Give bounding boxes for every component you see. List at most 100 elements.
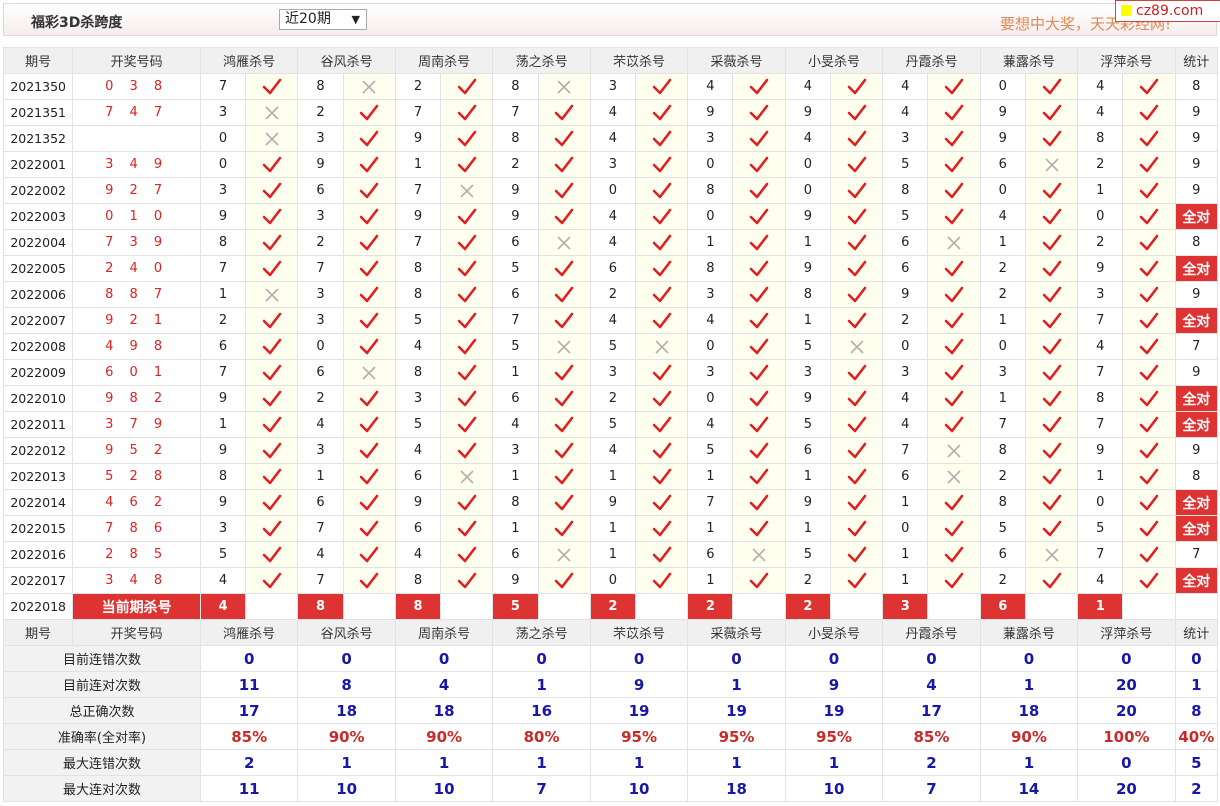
kill-number: 0 [199,125,247,152]
check-icon [829,567,884,594]
kill-number: 1 [687,515,734,542]
kill-number: 9 [687,99,734,126]
check-icon [1024,333,1079,360]
check-icon [1024,437,1079,464]
check-icon [635,567,689,594]
check-icon [732,99,786,126]
check-icon [635,177,689,204]
table-row: 2022009 6 0 176813333379 [2,359,1219,386]
check-icon [829,255,884,282]
check-icon [829,151,884,178]
kill-number: 9 [979,99,1026,126]
kill-number: 2 [199,307,247,334]
site-logo[interactable]: cz89.com [1115,0,1220,22]
empty-cell [732,593,786,620]
chevron-down-icon: ▼ [351,13,360,26]
check-icon [927,151,981,178]
check-icon [245,229,299,256]
kill-number: 4 [589,229,637,256]
kill-number: 1 [199,411,247,438]
all-correct-badge: 全对 [1174,489,1219,516]
check-icon [245,73,299,100]
kill-number: 3 [589,73,637,100]
check-icon [927,411,981,438]
cross-icon [537,333,591,360]
draw-number: 4 9 8 [72,333,201,360]
table-row: 2022001 3 4 909123005629 [2,151,1219,178]
kill-number: 7 [492,99,539,126]
kill-number: 4 [589,307,637,334]
issue-number: 2022010 [2,385,74,412]
check-icon [245,177,299,204]
check-icon [1024,203,1079,230]
stat-count: 9 [1174,99,1219,126]
kill-number: 5 [589,411,637,438]
column-header: 鸿雁杀号 [199,619,299,646]
stats-value: 2 [199,749,299,776]
check-icon [635,99,689,126]
check-icon [537,385,591,412]
kill-number: 1 [687,567,734,594]
cross-icon [440,463,494,490]
kill-number: 3 [297,281,344,308]
kill-number: 3 [297,307,344,334]
check-icon [732,229,786,256]
check-icon [537,125,591,152]
kill-number: 3 [979,359,1026,386]
kill-number: 1 [589,463,637,490]
stats-value: 0 [882,645,981,672]
current-kill-number: 3 [882,593,929,620]
column-header: 蒹露杀号 [979,619,1079,646]
kill-number: 4 [882,411,929,438]
kill-number: 7 [199,255,247,282]
stats-row: 最大连错次数 2 1 1 1 1 1 1 2 1 0 5 [3,749,1219,776]
stats-value: 1 [784,749,884,776]
kill-number: 1 [882,541,929,568]
check-icon [245,359,299,386]
check-icon [927,73,981,100]
check-icon [635,411,689,438]
stats-value: 0 [784,645,884,672]
current-kill-number: 6 [979,593,1026,620]
check-icon [440,437,494,464]
column-header: 周南杀号 [394,619,494,646]
draw-number: 7 4 7 [72,99,201,126]
draw-number [72,125,201,152]
kill-number: 3 [199,177,247,204]
kill-number: 6 [492,281,539,308]
kill-number: 3 [199,99,247,126]
kill-number: 0 [979,73,1026,100]
kill-number: 3 [687,125,734,152]
check-icon [927,125,981,152]
kill-number: 9 [492,177,539,204]
check-icon [829,307,884,334]
cross-icon [537,73,591,100]
period-select[interactable]: 近20期 ▼ [279,9,367,30]
check-icon [927,281,981,308]
all-correct-badge: 全对 [1174,567,1219,594]
period-select-value: 近20期 [285,11,331,27]
kill-number: 0 [687,333,734,360]
all-correct-badge: 全对 [1174,385,1219,412]
check-icon [440,151,494,178]
empty-cell [927,593,981,620]
check-icon [245,437,299,464]
check-icon [1024,385,1079,412]
column-header: 小旻杀号 [784,47,884,74]
stats-value: 1 [979,749,1079,776]
check-icon [1024,125,1079,152]
kill-number: 8 [1077,385,1124,412]
kill-number: 0 [979,177,1026,204]
stats-label: 最大连错次数 [3,749,201,776]
kill-number: 0 [687,203,734,230]
check-icon [1122,255,1176,282]
draw-number: 7 3 9 [72,229,201,256]
check-icon [1122,281,1176,308]
check-icon [927,203,981,230]
kill-number: 9 [589,489,637,516]
kill-number: 2 [589,281,637,308]
kill-number: 8 [687,255,734,282]
stats-value: 1 [492,671,591,698]
check-icon [635,359,689,386]
issue-number: 2021351 [2,99,74,126]
